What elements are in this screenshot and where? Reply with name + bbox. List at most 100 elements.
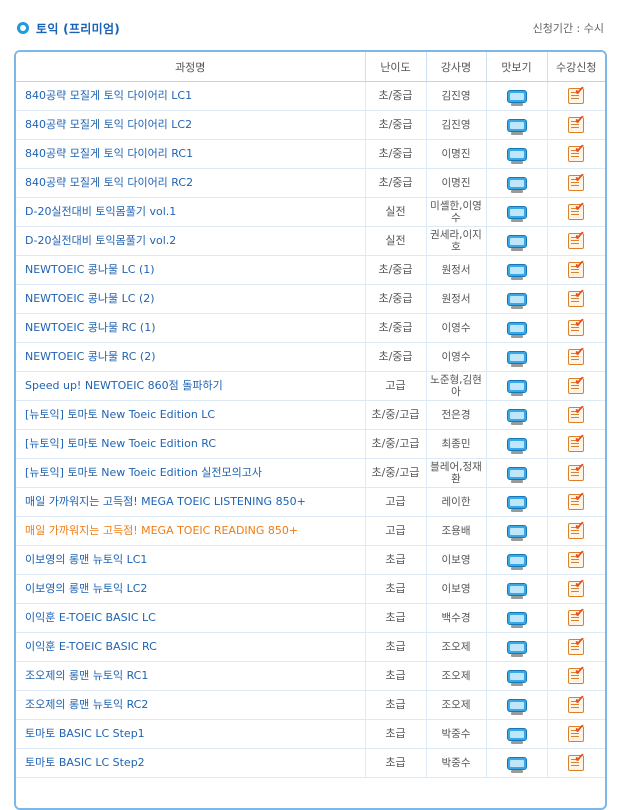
tv-icon[interactable] bbox=[506, 118, 527, 135]
course-link[interactable]: NEWTOEIC 콩나물 LC (2) bbox=[16, 284, 366, 314]
checklist-icon[interactable] bbox=[568, 86, 585, 104]
tv-icon[interactable] bbox=[506, 611, 527, 628]
checklist-icon[interactable] bbox=[568, 637, 585, 655]
checklist-icon[interactable] bbox=[568, 608, 585, 626]
course-link[interactable]: NEWTOEIC 콩나물 RC (2) bbox=[16, 342, 366, 372]
course-link[interactable]: D-20실전대비 토익몸풀기 vol.1 bbox=[16, 197, 366, 227]
checklist-icon[interactable] bbox=[568, 521, 585, 539]
course-link[interactable]: NEWTOEIC 콩나물 LC (1) bbox=[16, 255, 366, 285]
checklist-icon[interactable] bbox=[568, 289, 585, 307]
table-row: NEWTOEIC 콩나물 RC (1) 초/중급 이영수 bbox=[16, 313, 605, 343]
course-link[interactable]: [뉴토익] 토마토 New Toeic Edition 실전모의고사 bbox=[16, 458, 366, 488]
circle-bullet-icon bbox=[17, 22, 29, 34]
course-link[interactable]: [뉴토익] 토마토 New Toeic Edition RC bbox=[16, 429, 366, 459]
table-row: 이익훈 E-TOEIC BASIC RC 초급 조오제 bbox=[16, 632, 605, 662]
preview-cell bbox=[486, 690, 548, 720]
tv-icon[interactable] bbox=[506, 176, 527, 193]
checklist-icon[interactable] bbox=[568, 724, 585, 742]
tv-icon[interactable] bbox=[506, 350, 527, 367]
checklist-icon[interactable] bbox=[568, 173, 585, 191]
course-link[interactable]: 매일 가까워지는 고득점! MEGA TOEIC READING 850+ bbox=[16, 516, 366, 546]
checklist-icon[interactable] bbox=[568, 666, 585, 684]
preview-cell bbox=[486, 632, 548, 662]
checklist-icon[interactable] bbox=[568, 405, 585, 423]
application-period: 신청기간 : 수시 bbox=[532, 22, 604, 35]
apply-cell bbox=[547, 603, 605, 633]
checklist-icon[interactable] bbox=[568, 753, 585, 771]
checklist-icon[interactable] bbox=[568, 347, 585, 365]
checklist-icon[interactable] bbox=[568, 144, 585, 162]
checklist-icon[interactable] bbox=[568, 115, 585, 133]
tv-icon[interactable] bbox=[506, 437, 527, 454]
checklist-icon[interactable] bbox=[568, 434, 585, 452]
checklist-icon[interactable] bbox=[568, 463, 585, 481]
tv-icon[interactable] bbox=[506, 495, 527, 512]
table-row: 토마토 BASIC LC Step1 초급 박중수 bbox=[16, 719, 605, 749]
course-teacher: 이명진 bbox=[426, 139, 487, 169]
course-table: 과정명 난이도 강사명 맛보기 수강신청 840공략 모질게 토익 다이어리 L… bbox=[16, 52, 605, 778]
tv-icon[interactable] bbox=[506, 234, 527, 251]
course-link[interactable]: 조오제의 롱맨 뉴토익 RC1 bbox=[16, 661, 366, 691]
preview-cell bbox=[486, 516, 548, 546]
tv-icon[interactable] bbox=[506, 698, 527, 715]
tv-icon[interactable] bbox=[506, 408, 527, 425]
course-level: 초/중급 bbox=[365, 110, 427, 140]
tv-icon[interactable] bbox=[506, 147, 527, 164]
course-level: 초/중급 bbox=[365, 81, 427, 111]
checklist-icon[interactable] bbox=[568, 260, 585, 278]
course-link[interactable]: 840공략 모질게 토익 다이어리 RC2 bbox=[16, 168, 366, 198]
course-level: 초급 bbox=[365, 690, 427, 720]
tv-icon[interactable] bbox=[506, 89, 527, 106]
checklist-icon[interactable] bbox=[568, 492, 585, 510]
course-link[interactable]: D-20실전대비 토익몸풀기 vol.2 bbox=[16, 226, 366, 256]
course-level: 초급 bbox=[365, 574, 427, 604]
course-link[interactable]: 840공략 모질게 토익 다이어리 LC1 bbox=[16, 81, 366, 111]
tv-icon[interactable] bbox=[506, 205, 527, 222]
course-link[interactable]: 이보영의 롱맨 뉴토익 LC2 bbox=[16, 574, 366, 604]
course-teacher: 이보영 bbox=[426, 574, 487, 604]
tv-icon[interactable] bbox=[506, 553, 527, 570]
preview-cell bbox=[486, 168, 548, 198]
table-row: 토마토 BASIC LC Step2 초급 박중수 bbox=[16, 748, 605, 778]
course-link[interactable]: 이보영의 롱맨 뉴토익 LC1 bbox=[16, 545, 366, 575]
tv-icon[interactable] bbox=[506, 292, 527, 309]
course-link[interactable]: [뉴토익] 토마토 New Toeic Edition LC bbox=[16, 400, 366, 430]
apply-cell bbox=[547, 284, 605, 314]
course-link[interactable]: 이익훈 E-TOEIC BASIC RC bbox=[16, 632, 366, 662]
table-row: D-20실전대비 토익몸풀기 vol.2 실전 권세라,이지호 bbox=[16, 226, 605, 256]
checklist-icon[interactable] bbox=[568, 231, 585, 249]
course-link[interactable]: 840공략 모질게 토익 다이어리 LC2 bbox=[16, 110, 366, 140]
tv-icon[interactable] bbox=[506, 524, 527, 541]
tv-icon[interactable] bbox=[506, 727, 527, 744]
course-link[interactable]: 토마토 BASIC LC Step2 bbox=[16, 748, 366, 778]
checklist-icon[interactable] bbox=[568, 695, 585, 713]
course-link[interactable]: 토마토 BASIC LC Step1 bbox=[16, 719, 366, 749]
course-link[interactable]: 조오제의 롱맨 뉴토익 RC2 bbox=[16, 690, 366, 720]
course-link[interactable]: NEWTOEIC 콩나물 RC (1) bbox=[16, 313, 366, 343]
tv-icon[interactable] bbox=[506, 466, 527, 483]
preview-cell bbox=[486, 81, 548, 111]
tv-icon[interactable] bbox=[506, 640, 527, 657]
course-link[interactable]: 매일 가까워지는 고득점! MEGA TOEIC LISTENING 850+ bbox=[16, 487, 366, 517]
table-row: 840공략 모질게 토익 다이어리 LC1 초/중급 김진영 bbox=[16, 81, 605, 111]
checklist-icon[interactable] bbox=[568, 318, 585, 336]
checklist-icon[interactable] bbox=[568, 579, 585, 597]
apply-cell bbox=[547, 197, 605, 227]
checklist-icon[interactable] bbox=[568, 550, 585, 568]
tv-icon[interactable] bbox=[506, 321, 527, 338]
table-row: D-20실전대비 토익몸풀기 vol.1 실전 미셸한,이영수 bbox=[16, 197, 605, 227]
tv-icon[interactable] bbox=[506, 263, 527, 280]
tv-icon[interactable] bbox=[506, 379, 527, 396]
course-link[interactable]: 840공략 모질게 토익 다이어리 RC1 bbox=[16, 139, 366, 169]
course-teacher: 이보영 bbox=[426, 545, 487, 575]
checklist-icon[interactable] bbox=[568, 376, 585, 394]
table-row: 이익훈 E-TOEIC BASIC LC 초급 백수경 bbox=[16, 603, 605, 633]
course-link[interactable]: Speed up! NEWTOEIC 860점 돌파하기 bbox=[16, 371, 366, 401]
tv-icon[interactable] bbox=[506, 669, 527, 686]
table-row: 조오제의 롱맨 뉴토익 RC1 초급 조오제 bbox=[16, 661, 605, 691]
course-teacher: 조오제 bbox=[426, 632, 487, 662]
checklist-icon[interactable] bbox=[568, 202, 585, 220]
tv-icon[interactable] bbox=[506, 756, 527, 773]
tv-icon[interactable] bbox=[506, 582, 527, 599]
course-link[interactable]: 이익훈 E-TOEIC BASIC LC bbox=[16, 603, 366, 633]
